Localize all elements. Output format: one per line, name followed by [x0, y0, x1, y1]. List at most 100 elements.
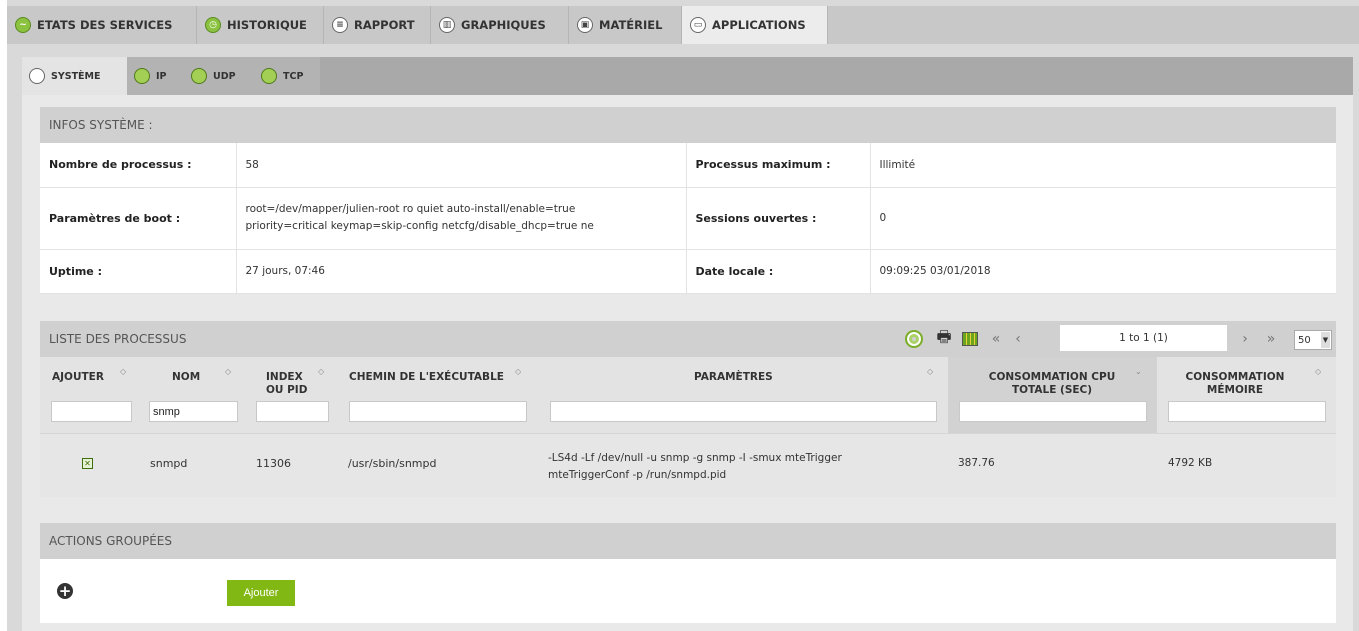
next-page-icon[interactable]: ›: [1234, 328, 1256, 350]
sort-icon[interactable]: ◇: [318, 367, 324, 376]
main-tabs: ~ ETATS DES SERVICES ◷ HISTORIQUE ≡ RAPP…: [7, 6, 1359, 44]
page-indicator[interactable]: 1 to 1 (1): [1060, 325, 1227, 351]
ajouter-button[interactable]: Ajouter: [227, 580, 295, 606]
refresh-icon[interactable]: [903, 328, 925, 350]
sessions-label: Sessions ouvertes :: [685, 187, 870, 250]
export-icon[interactable]: [959, 328, 981, 350]
cell-pid: 11306: [256, 457, 291, 470]
tab-materiel[interactable]: ▣ MATÉRIEL: [569, 6, 682, 44]
col-chemin[interactable]: CHEMIN DE L'EXÉCUTABLE: [349, 371, 504, 384]
tab-historique[interactable]: ◷ HISTORIQUE: [197, 6, 324, 44]
sort-icon[interactable]: ◇: [120, 367, 126, 376]
filter-ajouter-input[interactable]: [51, 401, 132, 422]
subtab-systeme[interactable]: SYSTÈME: [22, 57, 127, 95]
filter-chemin-input[interactable]: [349, 401, 527, 422]
boot-value: root=/dev/mapper/julien-root ro quiet au…: [235, 187, 686, 250]
date-label: Date locale :: [685, 249, 870, 294]
proc-max-label: Processus maximum :: [685, 143, 870, 188]
infos-title: INFOS SYSTÈME :: [49, 118, 153, 132]
cell-nom: snmpd: [150, 457, 188, 470]
cell-cpu: 387.76: [958, 457, 995, 469]
uptime-label: Uptime :: [40, 249, 236, 294]
proc-max-value: Illimité: [869, 143, 1336, 188]
cell-parametres-line: -LS4d -Lf /dev/null -u snmp -g snmp -I -…: [548, 452, 842, 464]
col-memoire-line: CONSOMMATION: [1185, 371, 1285, 383]
boot-label: Paramètres de boot :: [40, 187, 236, 250]
tab-label: HISTORIQUE: [227, 18, 307, 32]
chevron-down-icon: ▼: [1321, 332, 1330, 348]
cell-memoire: 4792 KB: [1168, 457, 1213, 469]
uptime-value: 27 jours, 07:46: [235, 249, 686, 294]
infos-systeme-header: INFOS SYSTÈME :: [40, 107, 1336, 143]
col-ajouter[interactable]: AJOUTER: [52, 371, 104, 384]
boot-value-line: root=/dev/mapper/julien-root ro quiet au…: [245, 203, 576, 215]
processus-title: LISTE DES PROCESSUS: [49, 332, 187, 346]
tab-graphiques[interactable]: ▥ GRAPHIQUES: [431, 6, 569, 44]
tab-label: MATÉRIEL: [599, 18, 663, 32]
network-icon: [134, 68, 150, 84]
col-index[interactable]: INDEX OU PID: [266, 371, 307, 397]
actions-title: ACTIONS GROUPÉES: [49, 534, 172, 548]
system-icon: [29, 68, 45, 84]
boot-value-line: priority=critical keymap=skip-config net…: [245, 220, 594, 232]
subtab-label: UDP: [213, 70, 236, 82]
last-page-icon[interactable]: »: [1260, 328, 1282, 350]
cell-parametres: -LS4d -Lf /dev/null -u snmp -g snmp -I -…: [548, 450, 842, 484]
clock-icon: ◷: [205, 17, 221, 33]
col-cpu-line: CONSOMMATION CPU: [988, 371, 1116, 383]
network-icon: [191, 68, 207, 84]
sessions-value: 0: [869, 187, 1336, 250]
col-cpu-line: TOTALE (SEC): [1011, 384, 1093, 396]
prev-page-icon[interactable]: ‹: [1007, 328, 1029, 350]
sub-tabs: SYSTÈME IP UDP TCP: [22, 57, 1353, 95]
nb-processus-label: Nombre de processus :: [40, 143, 236, 188]
chart-icon: ▥: [439, 17, 455, 33]
subtab-udp[interactable]: UDP: [184, 57, 254, 95]
tab-rapport[interactable]: ≡ RAPPORT: [324, 6, 431, 44]
col-index-line: OU PID: [266, 384, 308, 396]
col-cpu[interactable]: CONSOMMATION CPU TOTALE (SEC): [977, 371, 1127, 397]
pager-next: › »: [1234, 323, 1282, 355]
col-parametres[interactable]: PARAMÈTRES: [694, 371, 773, 384]
col-memoire-line: MÉMOIRE: [1206, 384, 1264, 396]
tab-label: GRAPHIQUES: [461, 18, 546, 32]
nb-processus-value: 58: [235, 143, 686, 188]
sort-icon[interactable]: ◇: [1315, 367, 1321, 376]
tab-label: RAPPORT: [354, 18, 415, 32]
sort-icon[interactable]: ◇: [927, 367, 933, 376]
pager-toolbar: 🖶 « ‹: [903, 323, 1029, 355]
first-page-icon[interactable]: «: [985, 328, 1007, 350]
sort-icon[interactable]: ◇: [225, 367, 231, 376]
filter-parametres-input[interactable]: [550, 401, 937, 422]
subtab-tcp[interactable]: TCP: [254, 57, 320, 95]
tab-label: APPLICATIONS: [712, 18, 806, 32]
network-icon: [261, 68, 277, 84]
page-size-select[interactable]: 50 ▼: [1294, 330, 1332, 350]
col-nom[interactable]: NOM: [172, 371, 200, 384]
filter-nom-input[interactable]: [149, 401, 238, 422]
apps-icon: ▭: [690, 17, 706, 33]
cell-chemin: /usr/sbin/snmpd: [348, 457, 437, 470]
col-memoire[interactable]: CONSOMMATION MÉMOIRE: [1180, 371, 1290, 397]
tab-etats-des-services[interactable]: ~ ETATS DES SERVICES: [7, 6, 197, 44]
add-circle-icon[interactable]: +: [57, 583, 73, 599]
subtab-label: SYSTÈME: [51, 70, 101, 82]
filter-memoire-input[interactable]: [1168, 401, 1326, 422]
sort-desc-icon[interactable]: ⌄: [1135, 367, 1142, 376]
infos-systeme-table: Nombre de processus : 58 Processus maxim…: [40, 143, 1336, 294]
sort-icon[interactable]: ◇: [515, 367, 521, 376]
report-icon: ≡: [332, 17, 348, 33]
row-select-checkbox[interactable]: ✕: [82, 458, 93, 469]
col-index-line: INDEX: [266, 371, 303, 383]
page-size-value: 50: [1298, 334, 1311, 346]
actions-header: ACTIONS GROUPÉES: [40, 523, 1336, 559]
subtab-ip[interactable]: IP: [127, 57, 184, 95]
print-icon[interactable]: 🖶: [933, 327, 955, 350]
heartbeat-icon: ~: [15, 17, 31, 33]
tab-label: ETATS DES SERVICES: [37, 18, 173, 32]
filter-cpu-input[interactable]: [959, 401, 1147, 422]
filter-index-input[interactable]: [256, 401, 329, 422]
cell-parametres-line: mteTriggerConf -p /run/snmpd.pid: [548, 469, 727, 481]
subtab-label: IP: [156, 70, 167, 82]
tab-applications[interactable]: ▭ APPLICATIONS: [682, 6, 828, 44]
